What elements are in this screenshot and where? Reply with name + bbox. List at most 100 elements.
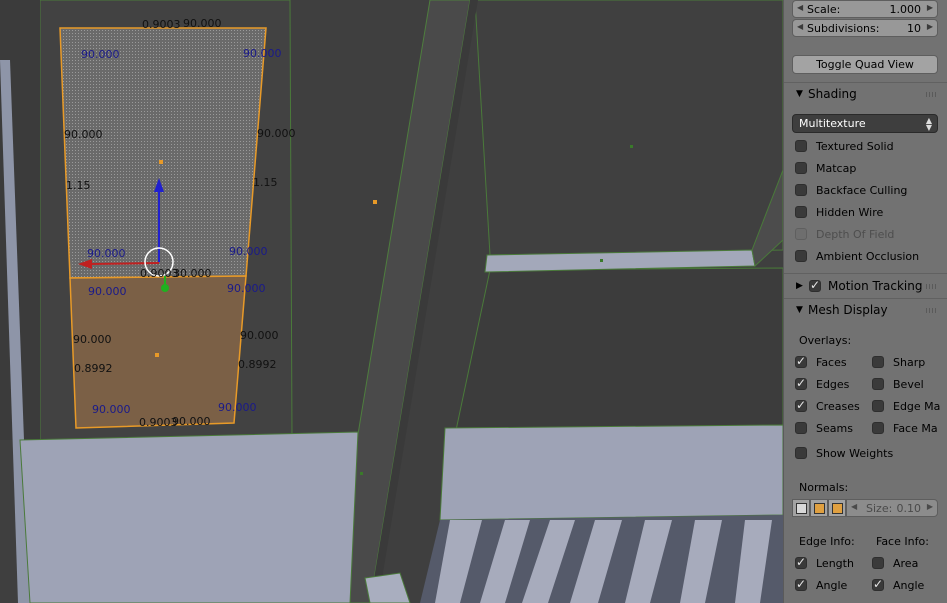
edge-angle-label: Angle bbox=[816, 579, 848, 592]
measure-label: 90.000 bbox=[172, 415, 211, 428]
scale-label: Scale: bbox=[807, 3, 841, 16]
depth-of-field-checkbox bbox=[795, 228, 807, 240]
decrement-arrow-icon[interactable]: ◀ bbox=[797, 3, 803, 12]
measure-label: 90.000 bbox=[257, 127, 296, 140]
measure-label: 0.9003 bbox=[142, 18, 181, 31]
ambient-occlusion-checkbox[interactable] bbox=[795, 250, 807, 262]
show-weights-label: Show Weights bbox=[816, 447, 894, 460]
edge-info-label: Edge Info: bbox=[799, 535, 855, 548]
edges-checkbox[interactable] bbox=[795, 376, 807, 390]
overlays-label: Overlays: bbox=[799, 334, 852, 347]
measure-label: 0.8992 bbox=[74, 362, 113, 375]
measure-label: 90.000 bbox=[64, 128, 103, 141]
normals-size-value: 0.10 bbox=[896, 502, 922, 515]
measure-label: 90.000 bbox=[88, 285, 127, 298]
drag-grip-icon[interactable] bbox=[926, 284, 938, 289]
measure-label: 90.000 bbox=[87, 247, 126, 260]
face-marks-checkbox[interactable] bbox=[872, 422, 884, 434]
seams-checkbox[interactable] bbox=[795, 422, 807, 434]
show-weights-checkbox[interactable] bbox=[795, 447, 807, 459]
3d-viewport[interactable]: 0.9003 90.000 90.000 90.000 90.000 90.00… bbox=[0, 0, 783, 603]
matcap-checkbox[interactable] bbox=[795, 162, 807, 174]
face-marks-label: Face Ma bbox=[893, 422, 938, 435]
viewport-scene bbox=[0, 0, 783, 603]
normals-label: Normals: bbox=[799, 481, 849, 494]
face-info-label: Face Info: bbox=[876, 535, 929, 548]
matcap-label: Matcap bbox=[816, 162, 857, 175]
creases-label: Creases bbox=[816, 400, 860, 413]
vertex-normal-icon bbox=[796, 503, 807, 514]
decrement-arrow-icon[interactable]: ◀ bbox=[797, 22, 803, 31]
measure-label: 90.000 bbox=[183, 17, 222, 30]
face-area-checkbox[interactable] bbox=[872, 557, 884, 569]
measure-label: 90.000 bbox=[227, 282, 266, 295]
bevel-checkbox[interactable] bbox=[872, 378, 884, 390]
down-arrow-icon: ▼ bbox=[925, 123, 932, 132]
increment-arrow-icon[interactable]: ▶ bbox=[927, 3, 933, 12]
textured-solid-checkbox[interactable] bbox=[795, 140, 807, 152]
subdivisions-field[interactable]: ◀ Subdivisions: 10 ▶ bbox=[792, 19, 938, 37]
face-normal-icon bbox=[832, 503, 843, 514]
shading-panel-header[interactable]: ▼ Shading bbox=[784, 83, 947, 105]
shading-mode-value: Multitexture bbox=[799, 117, 866, 130]
hidden-wire-label: Hidden Wire bbox=[816, 206, 884, 219]
decrement-arrow-icon[interactable]: ◀ bbox=[851, 502, 857, 511]
shading-title: Shading bbox=[808, 87, 857, 101]
motion-tracking-checkbox[interactable] bbox=[809, 278, 821, 292]
backface-culling-label: Backface Culling bbox=[816, 184, 908, 197]
measure-label: 90.000 bbox=[229, 245, 268, 258]
scale-value: 1.000 bbox=[889, 3, 922, 16]
collapse-triangle-icon: ▼ bbox=[796, 89, 803, 99]
measure-label: 30.000 bbox=[173, 267, 212, 280]
measure-label: 90.000 bbox=[243, 47, 282, 60]
mesh-display-title: Mesh Display bbox=[808, 303, 888, 317]
edge-length-checkbox[interactable] bbox=[795, 555, 807, 569]
increment-arrow-icon[interactable]: ▶ bbox=[927, 502, 933, 511]
normals-size-field[interactable]: ◀ Size: 0.10 ▶ bbox=[846, 499, 938, 517]
hidden-wire-checkbox[interactable] bbox=[795, 206, 807, 218]
textured-solid-label: Textured Solid bbox=[816, 140, 894, 153]
measure-label: 1.15 bbox=[66, 179, 91, 192]
vertex-normals-button[interactable] bbox=[792, 499, 810, 517]
sharp-label: Sharp bbox=[893, 356, 926, 369]
scale-field[interactable]: ◀ Scale: 1.000 ▶ bbox=[792, 0, 938, 18]
motion-tracking-panel-header[interactable]: ▶ Motion Tracking bbox=[784, 275, 947, 297]
edge-marks-checkbox[interactable] bbox=[872, 400, 884, 412]
collapse-triangle-icon: ▼ bbox=[796, 305, 803, 315]
subdivisions-value: 10 bbox=[907, 22, 921, 35]
bevel-label: Bevel bbox=[893, 378, 924, 391]
backface-culling-checkbox[interactable] bbox=[795, 184, 807, 196]
sharp-checkbox[interactable] bbox=[872, 356, 884, 368]
measure-label: 90.000 bbox=[81, 48, 120, 61]
motion-tracking-title: Motion Tracking bbox=[828, 279, 923, 293]
face-angle-label: Angle bbox=[893, 579, 925, 592]
split-normals-button[interactable] bbox=[810, 499, 828, 517]
depth-of-field-label: Depth Of Field bbox=[816, 228, 895, 241]
measure-label: 0.8992 bbox=[238, 358, 277, 371]
edges-label: Edges bbox=[816, 378, 850, 391]
divider bbox=[784, 273, 947, 274]
measure-label: 90.000 bbox=[218, 401, 257, 414]
drag-grip-icon[interactable] bbox=[926, 308, 938, 313]
drag-grip-icon[interactable] bbox=[926, 92, 938, 97]
increment-arrow-icon[interactable]: ▶ bbox=[927, 22, 933, 31]
creases-checkbox[interactable] bbox=[795, 398, 807, 412]
seams-label: Seams bbox=[816, 422, 853, 435]
face-normals-button[interactable] bbox=[828, 499, 846, 517]
face-area-label: Area bbox=[893, 557, 919, 570]
edge-angle-checkbox[interactable] bbox=[795, 577, 807, 591]
normals-size-label: Size: bbox=[866, 502, 893, 515]
subdivisions-label: Subdivisions: bbox=[807, 22, 880, 35]
shading-mode-select[interactable]: Multitexture ▲ ▼ bbox=[792, 114, 938, 133]
faces-checkbox[interactable] bbox=[795, 354, 807, 368]
faces-label: Faces bbox=[816, 356, 847, 369]
toggle-quad-view-button[interactable]: Toggle Quad View bbox=[792, 55, 938, 74]
split-normal-icon bbox=[814, 503, 825, 514]
measure-label: 90.000 bbox=[73, 333, 112, 346]
measure-label: 1.15 bbox=[253, 176, 278, 189]
face-angle-checkbox[interactable] bbox=[872, 577, 884, 591]
properties-panel: ◀ Scale: 1.000 ▶ ◀ Subdivisions: 10 ▶ To… bbox=[783, 0, 947, 603]
edge-marks-label: Edge Ma bbox=[893, 400, 941, 413]
mesh-display-panel-header[interactable]: ▼ Mesh Display bbox=[784, 299, 947, 321]
measure-label: 90.000 bbox=[92, 403, 131, 416]
